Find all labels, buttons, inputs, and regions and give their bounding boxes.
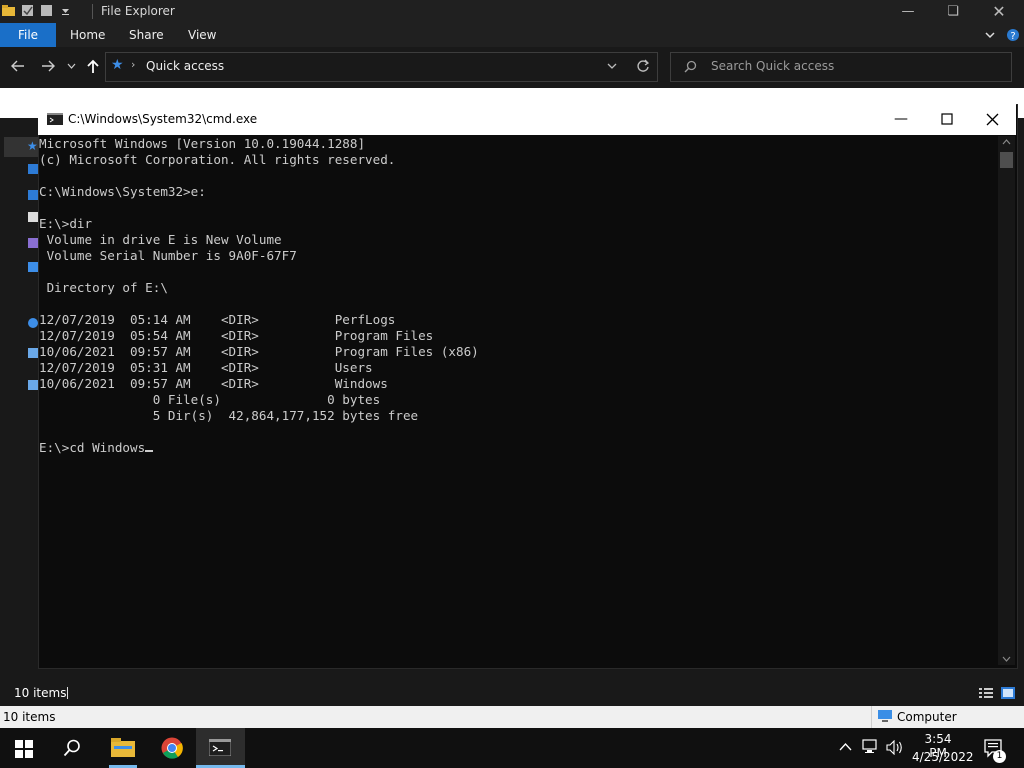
network-icon[interactable] bbox=[862, 739, 880, 755]
console-line: (c) Microsoft Corporation. All rights re… bbox=[39, 152, 396, 167]
large-icons-view-icon[interactable] bbox=[1001, 687, 1015, 699]
explorer-maximize-button[interactable]: ❏ bbox=[930, 0, 976, 23]
file-explorer-taskbar-icon[interactable] bbox=[111, 737, 135, 757]
console-line: 0 File(s) 0 bytes bbox=[39, 392, 381, 407]
console-cursor bbox=[145, 450, 154, 452]
secondary-status-divider bbox=[871, 706, 872, 728]
console-line: Volume in drive E is New Volume bbox=[39, 232, 282, 247]
back-icon[interactable] bbox=[11, 60, 25, 72]
address-text[interactable]: Quick access bbox=[146, 59, 224, 73]
secondary-status-items: 10 items bbox=[3, 710, 56, 724]
cmd-window-title: C:\Windows\System32\cmd.exe bbox=[68, 112, 258, 126]
explorer-status-bar bbox=[0, 682, 1024, 706]
explorer-window-title: File Explorer bbox=[101, 4, 175, 18]
tab-share[interactable]: Share bbox=[129, 23, 164, 47]
nav-music-icon[interactable] bbox=[28, 262, 38, 272]
cmd-taskbar-icon[interactable] bbox=[209, 739, 231, 756]
console-prompt: E:\>cd Windows bbox=[39, 440, 146, 455]
console-line: 10/06/2021 09:57 AM <DIR> Windows bbox=[39, 376, 388, 391]
address-dropdown-icon[interactable] bbox=[607, 63, 617, 70]
scroll-down-icon[interactable] bbox=[1002, 656, 1011, 662]
tab-file[interactable]: File bbox=[0, 23, 56, 47]
svg-text:?: ? bbox=[1010, 31, 1015, 42]
cmd-minimize-button[interactable]: — bbox=[878, 104, 924, 135]
console-output[interactable]: Microsoft Windows [Version 10.0.19044.12… bbox=[39, 136, 997, 664]
ribbon-expand-icon[interactable] bbox=[984, 29, 996, 41]
start-windows-icon[interactable] bbox=[15, 740, 33, 758]
nav-onedrive-icon[interactable] bbox=[28, 318, 38, 328]
status-item-count: 10 items bbox=[14, 686, 67, 700]
nav-desktop-icon[interactable] bbox=[28, 164, 38, 174]
cmd-scrollbar[interactable] bbox=[998, 136, 1015, 665]
console-line: 10/06/2021 09:57 AM <DIR> Program Files … bbox=[39, 344, 479, 359]
recent-locations-icon[interactable] bbox=[67, 63, 76, 69]
console-line: 12/07/2019 05:14 AM <DIR> PerfLogs bbox=[39, 312, 396, 327]
tab-view[interactable]: View bbox=[188, 23, 216, 47]
nav-pictures-icon[interactable] bbox=[28, 238, 38, 248]
quick-access-star-icon: ★ bbox=[111, 57, 124, 73]
search-placeholder: Search Quick access bbox=[711, 59, 835, 73]
nav-quick-access-icon[interactable]: ★ bbox=[27, 139, 38, 153]
forward-icon[interactable] bbox=[41, 60, 55, 72]
customize-toolbar-icon[interactable] bbox=[59, 4, 72, 17]
status-separator bbox=[67, 687, 68, 699]
notification-badge: 1 bbox=[993, 750, 1006, 763]
console-prompt-line: E:\>cd Windows bbox=[39, 440, 997, 456]
breadcrumb-chevron-icon[interactable]: › bbox=[131, 58, 135, 71]
console-line: 12/07/2019 05:31 AM <DIR> Users bbox=[39, 360, 373, 375]
cmd-close-button[interactable] bbox=[986, 113, 999, 126]
show-hidden-icons-icon[interactable] bbox=[839, 742, 852, 751]
console-line: 5 Dir(s) 42,864,177,152 bytes free bbox=[39, 408, 419, 423]
console-line: Directory of E:\ bbox=[39, 280, 168, 295]
title-separator bbox=[92, 4, 93, 19]
chrome-icon[interactable] bbox=[161, 737, 183, 759]
search-icon bbox=[684, 60, 697, 73]
nav-network-icon[interactable] bbox=[28, 380, 38, 390]
console-line: C:\Windows\System32>e: bbox=[39, 184, 206, 199]
navigation-pane bbox=[0, 118, 38, 684]
computer-icon bbox=[878, 710, 892, 722]
details-view-icon[interactable] bbox=[979, 687, 993, 699]
nav-this-pc-icon[interactable] bbox=[28, 348, 38, 358]
folder-icon[interactable] bbox=[2, 4, 15, 17]
console-line: Microsoft Windows [Version 10.0.19044.12… bbox=[39, 136, 366, 151]
cmd-scrollbar-thumb[interactable] bbox=[1000, 152, 1013, 168]
explorer-close-button[interactable]: ✕ bbox=[976, 0, 1022, 23]
quick-access-toolbar bbox=[2, 4, 72, 17]
scroll-up-icon[interactable] bbox=[1002, 139, 1011, 145]
cmd-maximize-button[interactable] bbox=[941, 113, 953, 125]
clock-date[interactable]: 4/25/2022 bbox=[912, 750, 974, 764]
refresh-icon[interactable] bbox=[636, 59, 650, 73]
console-line: 12/07/2019 05:54 AM <DIR> Program Files bbox=[39, 328, 434, 343]
volume-icon[interactable] bbox=[886, 740, 904, 755]
tab-home[interactable]: Home bbox=[70, 23, 105, 47]
console-lines: Microsoft Windows [Version 10.0.19044.12… bbox=[39, 136, 997, 440]
explorer-minimize-button[interactable]: — bbox=[885, 0, 931, 23]
console-line: E:\>dir bbox=[39, 216, 93, 231]
new-folder-icon[interactable] bbox=[40, 4, 53, 17]
nav-downloads-icon[interactable] bbox=[28, 190, 38, 200]
help-icon[interactable]: ? bbox=[1006, 28, 1020, 42]
console-line: Volume Serial Number is 9A0F-67F7 bbox=[39, 248, 297, 263]
nav-documents-icon[interactable] bbox=[28, 212, 38, 222]
cmd-app-icon[interactable] bbox=[47, 113, 63, 125]
up-icon[interactable] bbox=[86, 59, 100, 74]
status-location: Computer bbox=[897, 710, 957, 724]
taskbar-search-icon[interactable] bbox=[63, 739, 81, 757]
properties-icon[interactable] bbox=[21, 4, 34, 17]
